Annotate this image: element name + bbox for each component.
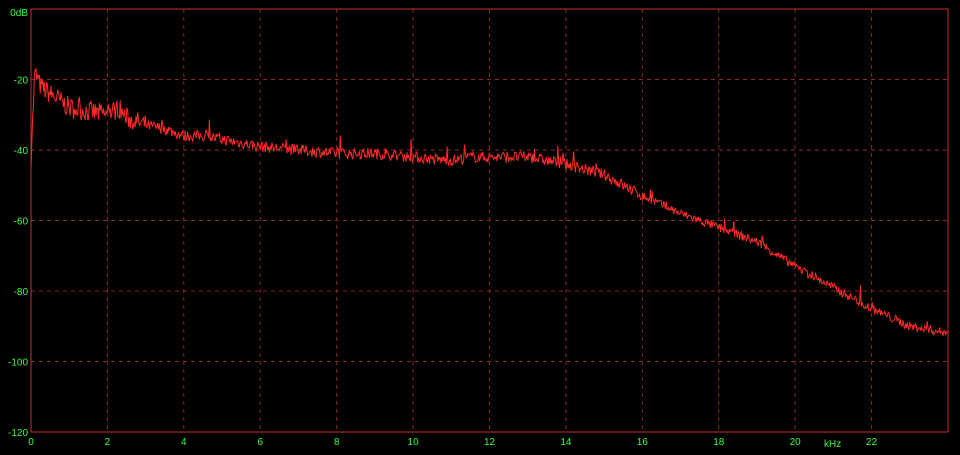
x-tick-label: 0 bbox=[28, 437, 34, 448]
x-tick-label: 4 bbox=[181, 437, 187, 448]
x-tick-label: 2 bbox=[105, 437, 111, 448]
y-tick-label: -120 bbox=[8, 428, 28, 439]
y-tick-label: -100 bbox=[8, 358, 28, 369]
x-tick-label: 16 bbox=[637, 437, 649, 448]
spectrum-chart: 0dB -20 -40 -60 -80 -100 -120 0 2 4 6 8 10 12 14 16 18 2… bbox=[0, 0, 960, 455]
x-tick-label: 14 bbox=[560, 437, 572, 448]
x-tick-label: 22 bbox=[866, 437, 878, 448]
x-tick-label: 18 bbox=[713, 437, 725, 448]
y-tick-label: -60 bbox=[14, 217, 29, 228]
y-tick-label: -20 bbox=[14, 76, 29, 87]
x-axis-unit-label: kHz bbox=[824, 439, 841, 450]
y-tick-label: 0dB bbox=[10, 8, 28, 19]
x-tick-label: 8 bbox=[334, 437, 340, 448]
x-tick-label: 10 bbox=[408, 437, 420, 448]
plot-background bbox=[0, 0, 960, 455]
y-tick-label: -40 bbox=[14, 146, 29, 157]
x-tick-label: 12 bbox=[484, 437, 496, 448]
x-tick-label: 20 bbox=[790, 437, 802, 448]
y-tick-label: -80 bbox=[14, 287, 29, 298]
x-tick-label: 6 bbox=[257, 437, 263, 448]
